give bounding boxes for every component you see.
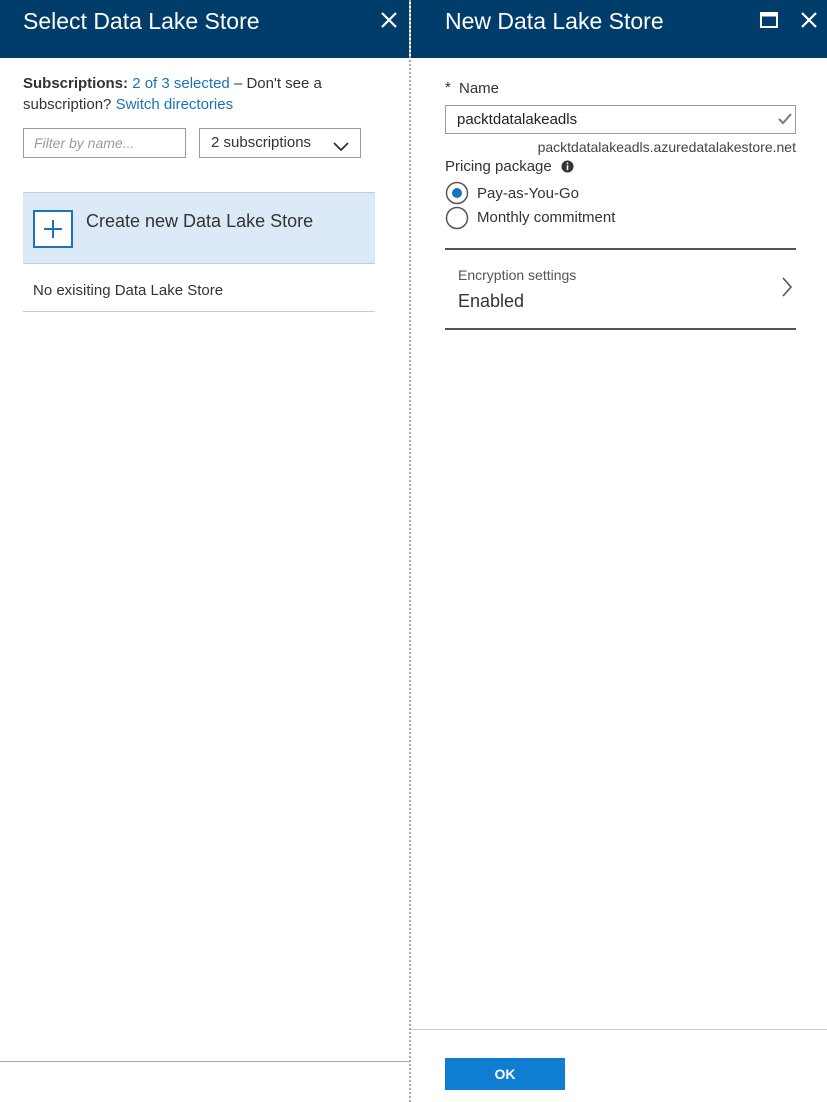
list-item: No exisiting Data Lake Store: [23, 264, 375, 312]
encryption-settings-title: Encryption settings: [458, 267, 577, 283]
radio-monthly-commitment[interactable]: [445, 206, 469, 230]
subscriptions-info: Subscriptions: 2 of 3 selected – Don't s…: [23, 73, 383, 115]
name-label: Name: [459, 80, 500, 97]
plus-icon: [33, 210, 73, 248]
switch-directories-link[interactable]: Switch directories: [116, 96, 234, 113]
section-divider: [445, 328, 796, 330]
encryption-settings-row[interactable]: Encryption settings Enabled: [445, 250, 796, 328]
radio-label-monthly-commitment[interactable]: Monthly commitment: [477, 208, 615, 228]
info-icon[interactable]: [561, 160, 574, 173]
blade-title: Select Data Lake Store: [23, 8, 260, 34]
name-input[interactable]: [445, 105, 796, 134]
footer-divider: [411, 1029, 827, 1030]
create-new-label: Create new Data Lake Store: [86, 211, 314, 231]
filter-by-name-input[interactable]: [23, 128, 186, 158]
chevron-down-icon: [332, 136, 350, 152]
chevron-right-icon: [780, 276, 794, 298]
blade-title: New Data Lake Store: [445, 8, 664, 34]
subscriptions-dropdown[interactable]: 2 subscriptions: [199, 128, 361, 158]
new-data-lake-store-blade: New Data Lake Store * Name packtdatalake…: [411, 0, 827, 1102]
close-icon[interactable]: [797, 8, 821, 32]
checkmark-icon: [776, 110, 794, 128]
footer-divider: [0, 1061, 409, 1062]
close-icon[interactable]: [377, 8, 401, 32]
encryption-settings-value: Enabled: [458, 291, 525, 311]
select-data-lake-store-blade: Select Data Lake Store Subscriptions: 2 …: [0, 0, 409, 1102]
blade-header: Select Data Lake Store: [0, 0, 409, 58]
pricing-package-label: Pricing package: [445, 158, 552, 175]
ok-button[interactable]: OK: [445, 1058, 565, 1090]
required-marker: *: [445, 79, 451, 96]
empty-list-message: No exisiting Data Lake Store: [33, 282, 224, 299]
create-new-data-lake-store-row[interactable]: Create new Data Lake Store: [23, 192, 375, 264]
blade-header: New Data Lake Store: [411, 0, 827, 58]
subscriptions-dropdown-value: 2 subscriptions: [211, 134, 312, 151]
radio-pay-as-you-go[interactable]: [445, 181, 469, 205]
radio-label-pay-as-you-go[interactable]: Pay-as-You-Go: [477, 184, 579, 204]
maximize-icon[interactable]: [757, 8, 781, 32]
subscriptions-selected-link[interactable]: 2 of 3 selected: [132, 75, 230, 92]
subscriptions-label: Subscriptions:: [23, 75, 129, 92]
name-url-hint: packtdatalakeadls.azuredatalakestore.net: [537, 139, 796, 155]
